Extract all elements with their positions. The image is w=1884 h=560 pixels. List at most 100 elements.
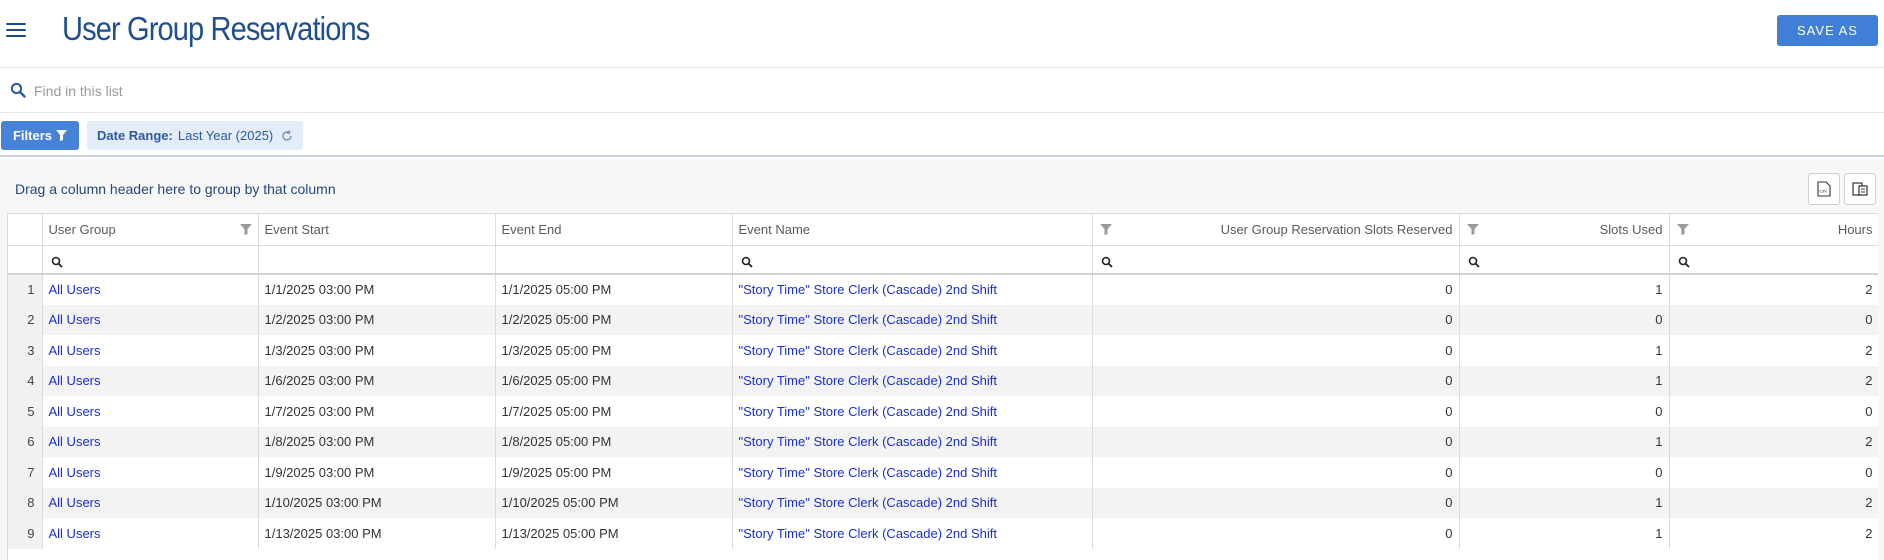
hours-cell: 0 [1669, 304, 1878, 335]
user-group-link[interactable]: All Users [42, 304, 259, 335]
page-header: User Group Reservations SAVE AS [0, 0, 1884, 68]
event-end-cell: 1/2/2025 05:00 PM [495, 304, 733, 335]
event-name-link[interactable]: "Story Time" Store Clerk (Cascade) 2nd S… [732, 304, 1093, 335]
funnel-icon[interactable] [1676, 224, 1689, 235]
filter-cell-event-start[interactable] [258, 245, 496, 275]
table-row[interactable]: 2 All Users 1/2/2025 03:00 PM 1/2/2025 0… [8, 304, 1878, 335]
event-name-link[interactable]: "Story Time" Store Clerk (Cascade) 2nd S… [732, 426, 1093, 457]
row-number: 6 [8, 426, 43, 457]
event-end-cell: 1/13/2025 05:00 PM [495, 518, 733, 549]
user-group-link[interactable]: All Users [42, 487, 259, 518]
column-header-slots-reserved[interactable]: User Group Reservation Slots Reserved [1092, 214, 1460, 246]
hours-cell: 2 [1669, 274, 1878, 305]
filter-cell-user-group[interactable] [42, 245, 259, 275]
row-number: 3 [8, 335, 43, 366]
table-row[interactable]: 6 All Users 1/8/2025 03:00 PM 1/8/2025 0… [8, 426, 1878, 457]
save-as-button[interactable]: SAVE AS [1777, 15, 1878, 46]
hours-cell: 2 [1669, 426, 1878, 457]
export-button[interactable]: csv [1808, 173, 1840, 205]
row-number: 1 [8, 274, 43, 305]
column-chooser-icon [1852, 182, 1868, 196]
hours-cell: 2 [1669, 487, 1878, 518]
hamburger-menu-icon[interactable] [4, 20, 28, 40]
row-number: 9 [8, 518, 43, 549]
user-group-link[interactable]: All Users [42, 335, 259, 366]
filter-cell-slots-used[interactable] [1459, 245, 1670, 275]
svg-text:csv: csv [1819, 190, 1827, 195]
column-header-slots-used[interactable]: Slots Used [1459, 214, 1670, 246]
search-icon [1468, 256, 1480, 268]
column-header-event-name[interactable]: Event Name [732, 214, 1093, 246]
slots-used-cell: 0 [1459, 396, 1670, 427]
slots-used-cell: 0 [1459, 304, 1670, 335]
csv-export-icon: csv [1817, 181, 1831, 197]
event-start-cell: 1/1/2025 03:00 PM [258, 274, 496, 305]
event-start-cell: 1/7/2025 03:00 PM [258, 396, 496, 427]
hours-cell: 2 [1669, 518, 1878, 549]
table-row[interactable]: 9 All Users 1/13/2025 03:00 PM 1/13/2025… [8, 518, 1878, 549]
chip-key: Date Range: [97, 128, 173, 143]
table-row[interactable]: 7 All Users 1/9/2025 03:00 PM 1/9/2025 0… [8, 457, 1878, 488]
slots-reserved-cell: 0 [1092, 457, 1460, 488]
funnel-icon [56, 130, 67, 141]
event-name-link[interactable]: "Story Time" Store Clerk (Cascade) 2nd S… [732, 274, 1093, 305]
column-header-hours[interactable]: Hours [1669, 214, 1878, 246]
filter-cell-event-end[interactable] [495, 245, 733, 275]
filters-button[interactable]: Filters [1, 121, 79, 150]
event-name-link[interactable]: "Story Time" Store Clerk (Cascade) 2nd S… [732, 365, 1093, 396]
table-row[interactable]: 4 All Users 1/6/2025 03:00 PM 1/6/2025 0… [8, 365, 1878, 396]
slots-reserved-cell: 0 [1092, 426, 1460, 457]
hours-cell: 2 [1669, 365, 1878, 396]
search-bar [0, 69, 1884, 113]
funnel-icon[interactable] [239, 224, 252, 235]
row-number: 5 [8, 396, 43, 427]
slots-reserved-cell: 0 [1092, 396, 1460, 427]
page-title: User Group Reservations [62, 10, 370, 47]
chip-value: Last Year (2025) [177, 128, 274, 143]
funnel-icon[interactable] [1099, 224, 1112, 235]
column-header-user-group[interactable]: User Group [42, 214, 259, 246]
filter-cell-hours[interactable] [1669, 245, 1878, 275]
column-header-event-start[interactable]: Event Start [258, 214, 496, 246]
column-header-event-end[interactable]: Event End [495, 214, 733, 246]
search-input[interactable] [34, 79, 834, 103]
event-name-link[interactable]: "Story Time" Store Clerk (Cascade) 2nd S… [732, 396, 1093, 427]
user-group-link[interactable]: All Users [42, 457, 259, 488]
slots-used-cell: 1 [1459, 518, 1670, 549]
event-start-cell: 1/8/2025 03:00 PM [258, 426, 496, 457]
column-chooser-button[interactable] [1844, 173, 1876, 205]
search-icon [741, 256, 753, 268]
event-start-cell: 1/3/2025 03:00 PM [258, 335, 496, 366]
refresh-icon[interactable] [281, 129, 293, 142]
filter-cell-rownum [8, 245, 43, 275]
event-end-cell: 1/10/2025 05:00 PM [495, 487, 733, 518]
slots-reserved-cell: 0 [1092, 274, 1460, 305]
event-start-cell: 1/2/2025 03:00 PM [258, 304, 496, 335]
slots-used-cell: 1 [1459, 274, 1670, 305]
search-icon [10, 82, 26, 98]
row-number-header [8, 214, 43, 246]
filter-cell-slots-reserved[interactable] [1092, 245, 1460, 275]
slots-reserved-cell: 0 [1092, 487, 1460, 518]
table-row[interactable]: 1 All Users 1/1/2025 03:00 PM 1/1/2025 0… [8, 274, 1878, 305]
event-name-link[interactable]: "Story Time" Store Clerk (Cascade) 2nd S… [732, 518, 1093, 549]
user-group-link[interactable]: All Users [42, 365, 259, 396]
user-group-link[interactable]: All Users [42, 396, 259, 427]
event-end-cell: 1/3/2025 05:00 PM [495, 335, 733, 366]
event-start-cell: 1/10/2025 03:00 PM [258, 487, 496, 518]
user-group-link[interactable]: All Users [42, 426, 259, 457]
user-group-link[interactable]: All Users [42, 274, 259, 305]
event-start-cell: 1/6/2025 03:00 PM [258, 365, 496, 396]
row-number: 4 [8, 365, 43, 396]
event-name-link[interactable]: "Story Time" Store Clerk (Cascade) 2nd S… [732, 335, 1093, 366]
event-name-link[interactable]: "Story Time" Store Clerk (Cascade) 2nd S… [732, 487, 1093, 518]
date-range-chip[interactable]: Date Range: Last Year (2025) [87, 121, 304, 150]
table-row[interactable]: 5 All Users 1/7/2025 03:00 PM 1/7/2025 0… [8, 396, 1878, 427]
table-row[interactable]: 3 All Users 1/3/2025 03:00 PM 1/3/2025 0… [8, 335, 1878, 366]
group-panel-hint[interactable]: Drag a column header here to group by th… [15, 181, 336, 197]
user-group-link[interactable]: All Users [42, 518, 259, 549]
funnel-icon[interactable] [1466, 224, 1479, 235]
event-name-link[interactable]: "Story Time" Store Clerk (Cascade) 2nd S… [732, 457, 1093, 488]
filter-cell-event-name[interactable] [732, 245, 1093, 275]
table-row[interactable]: 8 All Users 1/10/2025 03:00 PM 1/10/2025… [8, 487, 1878, 518]
